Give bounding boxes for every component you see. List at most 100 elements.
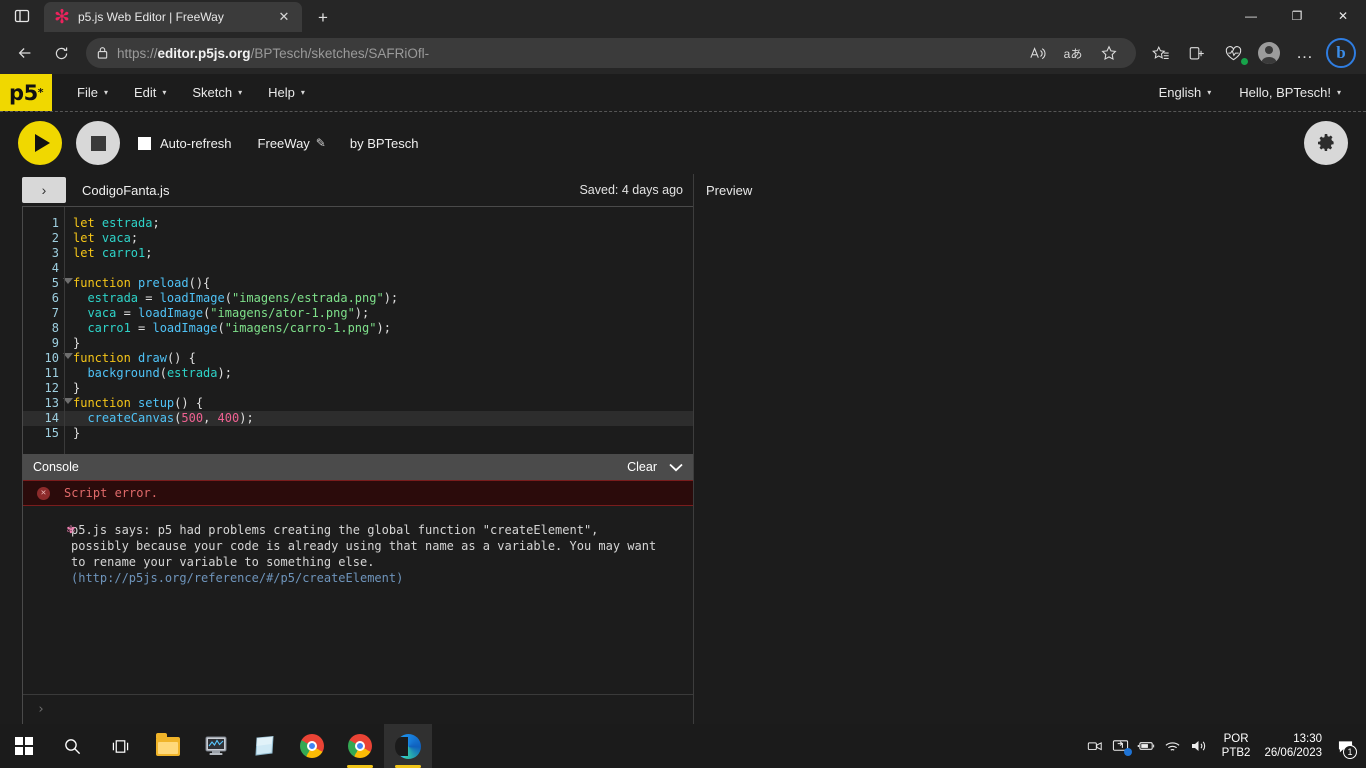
- new-tab-button[interactable]: +: [308, 4, 338, 32]
- chevron-down-icon[interactable]: [669, 463, 683, 472]
- code-line[interactable]: carro1 = loadImage("imagens/carro-1.png"…: [73, 321, 693, 336]
- code-line[interactable]: vaca = loadImage("imagens/ator-1.png");: [73, 306, 693, 321]
- browser-navbar: https://editor.p5js.org/BPTesch/sketches…: [0, 32, 1366, 74]
- code-token: background: [87, 366, 160, 380]
- minimize-button[interactable]: —: [1228, 0, 1274, 32]
- battery-icon[interactable]: [1134, 724, 1160, 768]
- pencil-icon[interactable]: ✎: [316, 136, 326, 150]
- status-dot: [1241, 58, 1248, 65]
- translate-icon[interactable]: aあ: [1056, 38, 1090, 68]
- browser-essentials-icon[interactable]: [1216, 38, 1250, 68]
- console-body: ✕ Script error. ✾ p5.js says: p5 had pro…: [23, 480, 693, 724]
- menu-sketch[interactable]: Sketch ▾: [181, 80, 253, 105]
- clock[interactable]: 13:30 26/06/2023: [1260, 732, 1330, 760]
- sketch-name[interactable]: FreeWay ✎: [258, 136, 326, 151]
- refresh-icon[interactable]: [44, 38, 78, 68]
- fold-triangle-icon[interactable]: [63, 398, 73, 404]
- p5-menu: File ▾ Edit ▾ Sketch ▾ Help ▾: [52, 74, 316, 111]
- tab-list-icon[interactable]: [0, 0, 44, 32]
- p5-main-area: › CodigoFanta.js Saved: 4 days ago 12345…: [0, 174, 1366, 724]
- start-button[interactable]: [0, 724, 48, 768]
- menu-edit[interactable]: Edit ▾: [123, 80, 177, 105]
- code-token: () {: [174, 396, 204, 410]
- code-token: loadImage: [159, 291, 225, 305]
- code-line[interactable]: function setup() {: [73, 396, 693, 411]
- notifications-button[interactable]: 1: [1330, 724, 1360, 768]
- play-button[interactable]: [18, 121, 62, 165]
- fold-triangle-icon[interactable]: [63, 353, 73, 359]
- p5-logo[interactable]: p5 *: [0, 74, 52, 111]
- favorite-star-icon[interactable]: [1092, 38, 1126, 68]
- profile-avatar[interactable]: [1252, 38, 1286, 68]
- language-indicator[interactable]: POR PTB2: [1212, 732, 1261, 760]
- edge-window[interactable]: [384, 724, 432, 768]
- window-close-button[interactable]: ✕: [1320, 0, 1366, 32]
- code-line[interactable]: let carro1;: [73, 246, 693, 261]
- line-number: 2: [51, 231, 59, 245]
- code-line[interactable]: }: [73, 426, 693, 441]
- more-options-icon[interactable]: …: [1288, 38, 1322, 68]
- task-view-icon: [112, 739, 128, 753]
- task-view-button[interactable]: [96, 724, 144, 768]
- auto-refresh-toggle[interactable]: Auto-refresh: [138, 136, 232, 151]
- code-line[interactable]: function preload(){: [73, 276, 693, 291]
- console-clear-button[interactable]: Clear: [627, 460, 657, 474]
- notepad-app-button[interactable]: [240, 724, 288, 768]
- console-message-link[interactable]: (http://p5js.org/reference/#/p5/createEl…: [71, 571, 403, 585]
- code-line[interactable]: let estrada;: [73, 216, 693, 231]
- code-line[interactable]: createCanvas(500, 400);: [65, 411, 693, 426]
- file-explorer-button[interactable]: [144, 724, 192, 768]
- auto-refresh-checkbox[interactable]: [138, 136, 151, 150]
- code-token: let: [73, 246, 102, 260]
- camera-icon[interactable]: [1082, 724, 1108, 768]
- active-filename[interactable]: CodigoFanta.js: [82, 183, 169, 198]
- chrome-window-2[interactable]: [336, 724, 384, 768]
- scratch-app-button[interactable]: [192, 724, 240, 768]
- wifi-icon[interactable]: [1160, 724, 1186, 768]
- back-icon[interactable]: [8, 38, 42, 68]
- line-number: 9: [51, 336, 59, 350]
- collections-icon[interactable]: [1180, 38, 1214, 68]
- copilot-icon[interactable]: b: [1324, 38, 1358, 68]
- code-token: carro1: [73, 321, 139, 335]
- maximize-button[interactable]: ❐: [1274, 0, 1320, 32]
- code-line[interactable]: estrada = loadImage("imagens/estrada.png…: [73, 291, 693, 306]
- favorites-list-icon[interactable]: [1144, 38, 1178, 68]
- console-input-prompt[interactable]: ›: [23, 694, 693, 724]
- code-content[interactable]: let estrada; let vaca; let carro1; functio…: [65, 207, 693, 454]
- menu-file[interactable]: File ▾: [66, 80, 119, 105]
- chrome-window-1[interactable]: [288, 724, 336, 768]
- browser-tab[interactable]: ✻ p5.js Web Editor | FreeWay ✕: [44, 2, 302, 32]
- stop-button[interactable]: [76, 121, 120, 165]
- code-line[interactable]: }: [73, 381, 693, 396]
- volume-icon[interactable]: [1186, 724, 1212, 768]
- code-line[interactable]: background(estrada);: [73, 366, 693, 381]
- language-selector[interactable]: English ▾: [1148, 80, 1223, 105]
- fold-triangle-icon[interactable]: [63, 278, 73, 284]
- code-line[interactable]: function draw() {: [73, 351, 693, 366]
- gear-icon[interactable]: [1304, 121, 1348, 165]
- code-token: =: [123, 306, 139, 320]
- console-error-text: Script error.: [64, 486, 158, 500]
- code-token: function: [73, 351, 139, 365]
- sketch-name-label: FreeWay: [257, 135, 310, 151]
- code-token: ;: [130, 231, 139, 245]
- preview-canvas[interactable]: [694, 206, 1366, 724]
- menu-help[interactable]: Help ▾: [257, 80, 316, 105]
- search-button[interactable]: [48, 724, 96, 768]
- code-editor[interactable]: 1 2 3 4 5 6 7 8 9 10 11 12 13 14 15 let estrada; let va…: [22, 206, 693, 454]
- code-token: carro1: [101, 246, 146, 260]
- code-line[interactable]: [73, 261, 693, 276]
- code-line[interactable]: }: [73, 336, 693, 351]
- screen-cast-icon[interactable]: [1108, 724, 1134, 768]
- account-menu[interactable]: Hello, BPTesch! ▾: [1228, 80, 1352, 105]
- read-aloud-icon[interactable]: [1020, 38, 1054, 68]
- code-line[interactable]: let vaca;: [73, 231, 693, 246]
- close-icon[interactable]: ✕: [274, 7, 294, 27]
- code-token: function: [73, 276, 139, 290]
- address-bar[interactable]: https://editor.p5js.org/BPTesch/sketches…: [86, 38, 1136, 68]
- line-number-gutter: 1 2 3 4 5 6 7 8 9 10 11 12 13 14 15: [23, 207, 73, 454]
- code-token: "imagens/carro-1.png": [224, 321, 377, 335]
- sidebar-toggle-button[interactable]: ›: [22, 177, 66, 203]
